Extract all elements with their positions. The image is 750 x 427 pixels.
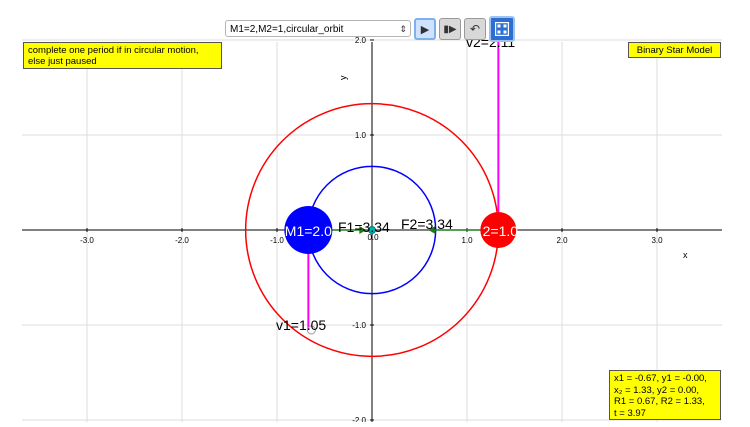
star1-label: M1=2.0 — [285, 223, 332, 239]
reset-icon: ↶ — [469, 22, 481, 36]
y-tick-label: 1.0 — [355, 131, 367, 140]
fullscreen-icon — [495, 22, 509, 36]
state-readout: x1 = -0.67, y1 = -0.00, x₂ = 1.33, y2 = … — [609, 370, 721, 420]
x-tick-label: 2.0 — [556, 236, 568, 245]
force1-label: F1=3.34 — [338, 219, 390, 235]
preset-select-value: M1=2,M2=1,circular_orbit — [230, 23, 344, 35]
info-note-line1: complete one period if in circular motio… — [28, 45, 199, 56]
x-tick-label: -2.0 — [175, 236, 189, 245]
x-tick-label: -1.0 — [270, 236, 284, 245]
readout-line4: t = 3.97 — [614, 407, 646, 419]
play-icon: ▶ — [420, 23, 430, 36]
step-button[interactable]: ▮▶ — [439, 18, 461, 40]
y-tick-label: -2.0 — [352, 416, 366, 422]
y-axis-label: y — [338, 75, 348, 80]
x-tick-label: -3.0 — [80, 236, 94, 245]
play-button[interactable]: ▶ — [414, 18, 436, 40]
x-tick-label: 1.0 — [461, 236, 473, 245]
toolbar: M1=2,M2=1,circular_orbit ⇕ ▶ ▮▶ ↶ — [225, 16, 515, 42]
star2-label: 2=1.0 — [483, 223, 519, 239]
force2-label: F2=3.34 — [401, 216, 453, 232]
fullscreen-button[interactable] — [489, 16, 515, 42]
x-axis-label: x — [683, 250, 688, 260]
preset-select[interactable]: M1=2,M2=1,circular_orbit ⇕ — [225, 19, 411, 37]
readout-line2: x₂ = 1.33, y2 = 0.00, — [614, 384, 700, 396]
readout-line1: x1 = -0.67, y1 = -0.00, — [614, 373, 707, 384]
model-title: Binary Star Model — [628, 42, 721, 58]
y-tick-label: -1.0 — [352, 321, 366, 330]
info-note: complete one period if in circular motio… — [23, 42, 222, 69]
info-note-line2: else just paused — [28, 56, 97, 67]
velocity1-label: v1=1.05 — [276, 317, 326, 333]
step-icon: ▮▶ — [443, 23, 457, 35]
x-tick-label: 3.0 — [651, 236, 663, 245]
readout-line3: R1 = 0.67, R2 = 1.33, — [614, 396, 705, 407]
model-title-text: Binary Star Model — [636, 45, 713, 56]
reset-button[interactable]: ↶ — [464, 18, 486, 40]
select-arrows-icon: ⇕ — [399, 23, 407, 34]
